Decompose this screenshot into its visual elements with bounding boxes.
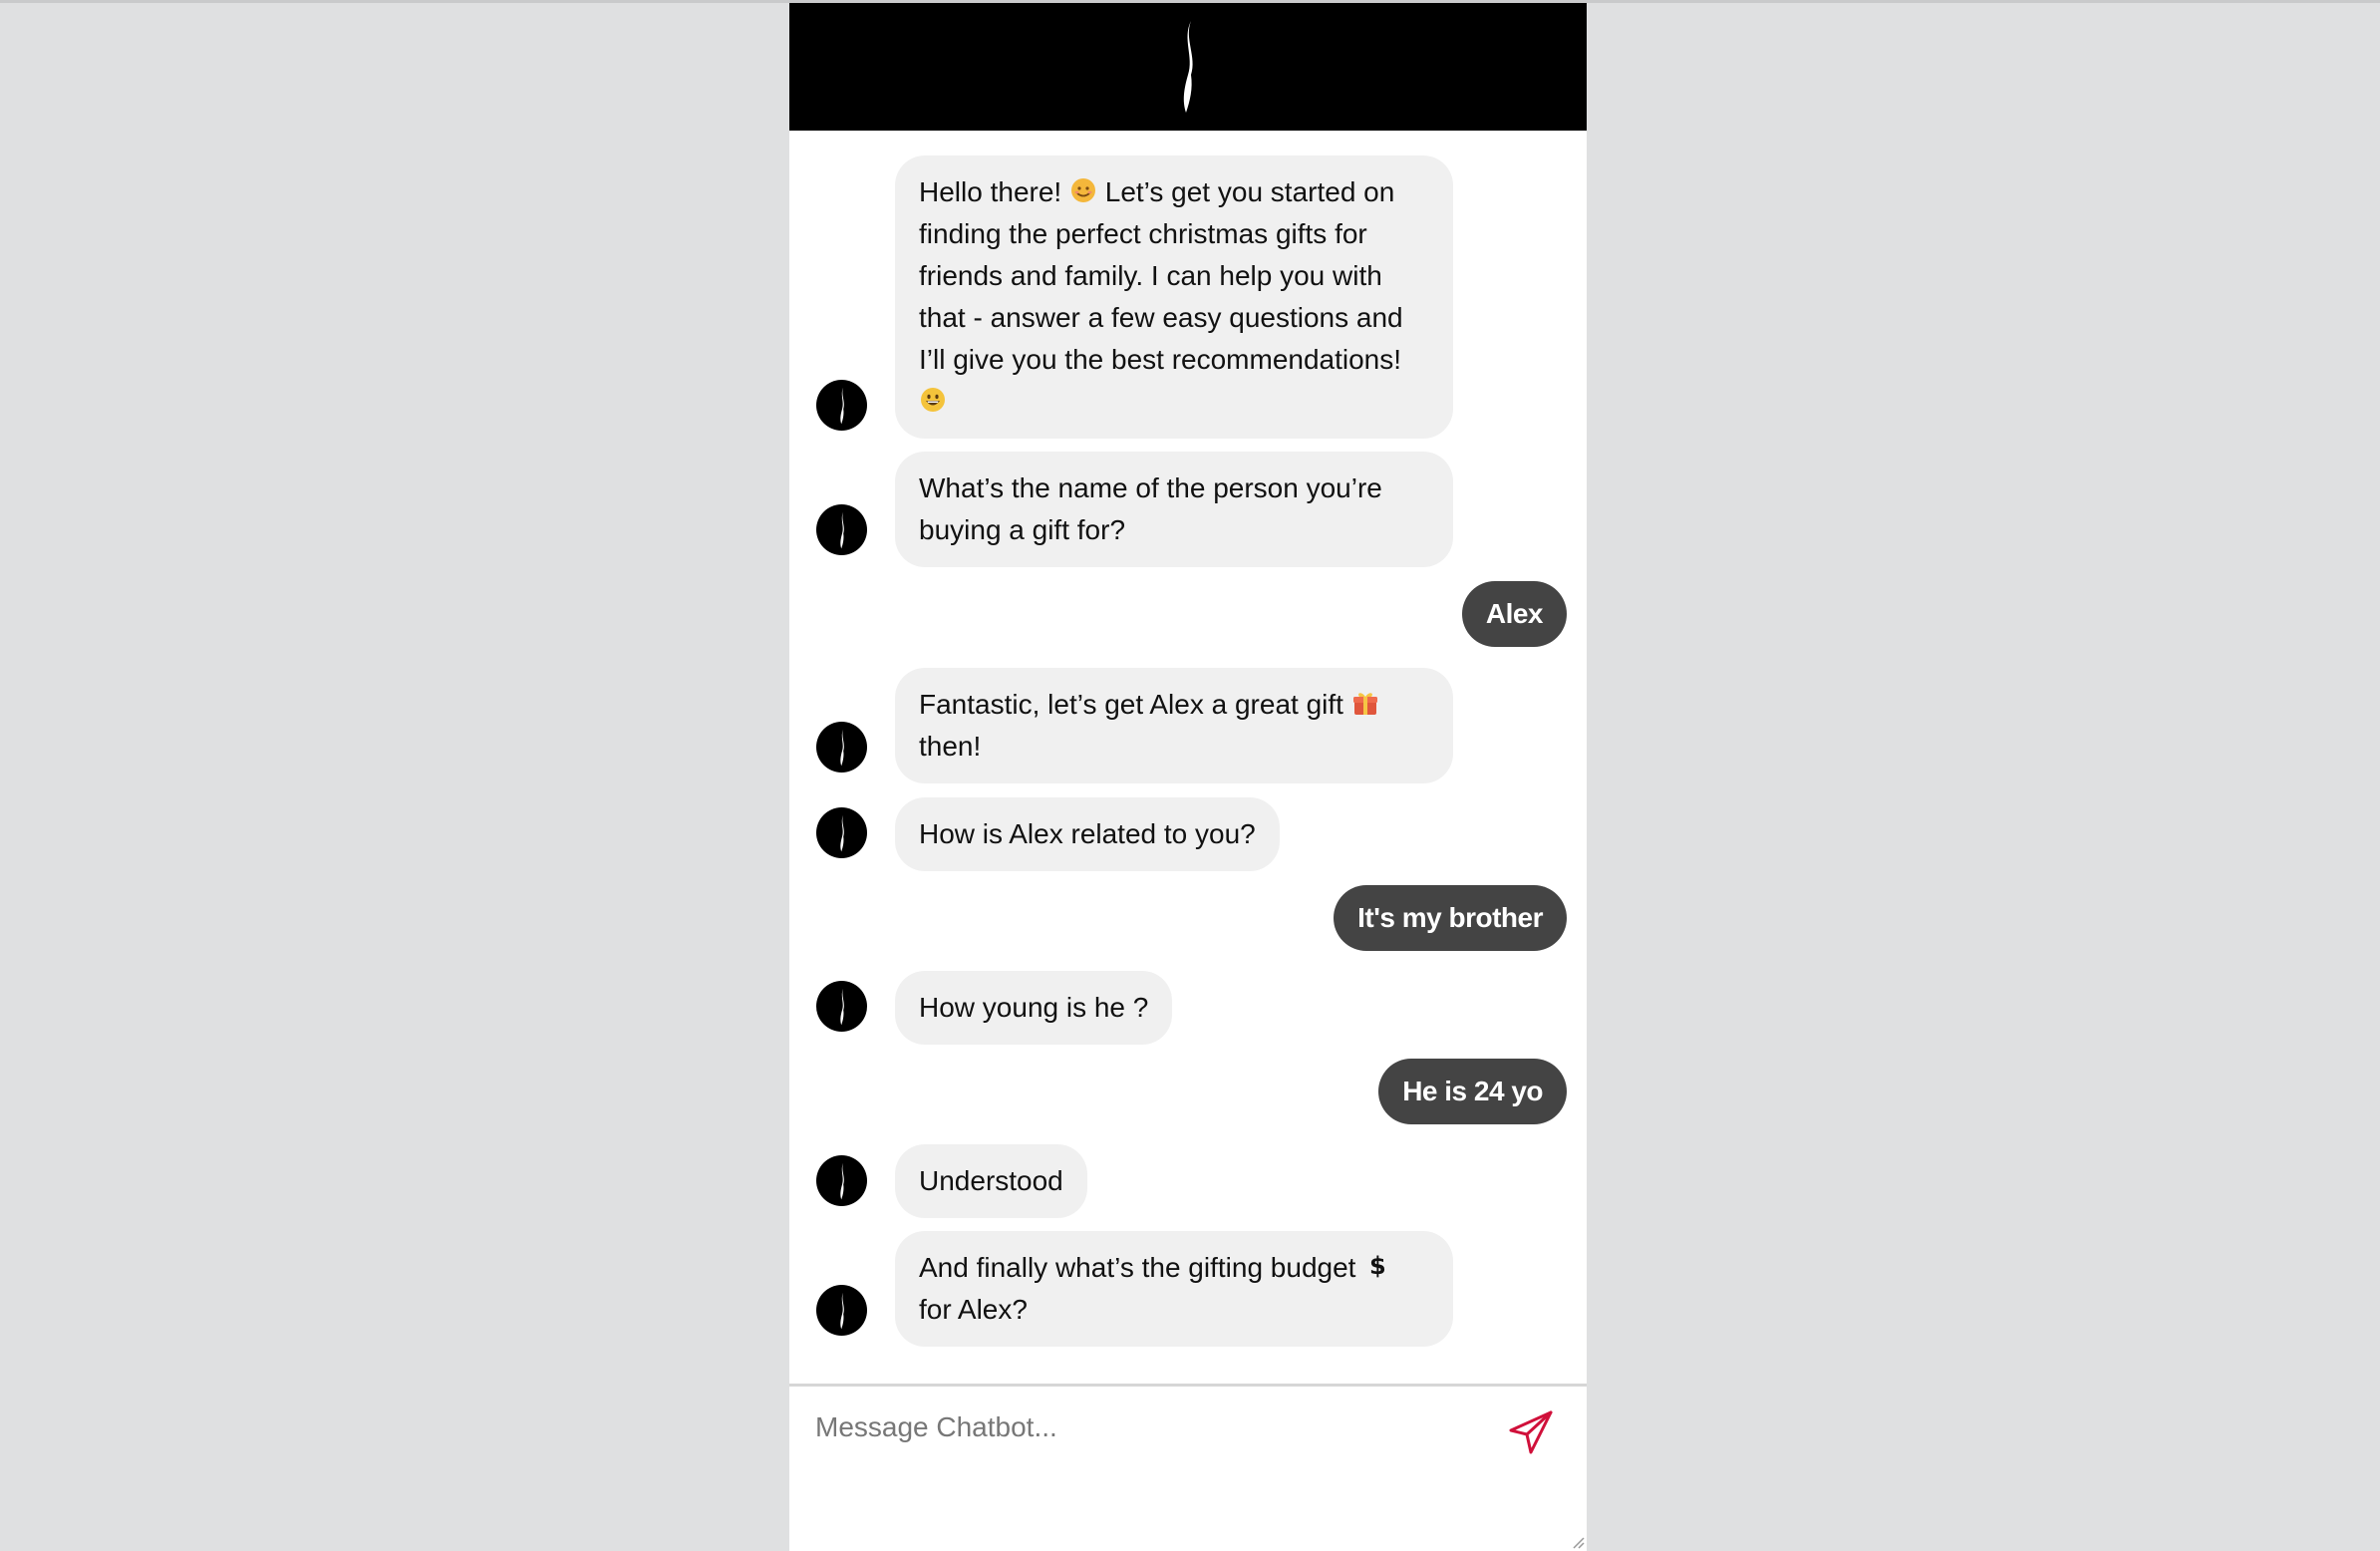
resize-handle-icon[interactable]: [1569, 1533, 1585, 1549]
send-button[interactable]: [1507, 1408, 1555, 1456]
message-text: then!: [919, 731, 982, 762]
dollar-sign-icon: $: [1369, 1252, 1386, 1280]
user-bubble: Alex: [1461, 581, 1567, 647]
message-text: Hello there!: [919, 176, 1069, 207]
bot-bubble: Hello there! Let’s get you started on fi…: [895, 155, 1453, 439]
bot-avatar: [816, 807, 867, 858]
grinning-face-icon: [921, 388, 945, 412]
smiling-face-icon: [1070, 178, 1095, 202]
paper-plane-icon: [1509, 1410, 1553, 1454]
chat-window: Hello there! Let’s get you started on fi…: [789, 3, 1587, 1551]
message-text: What’s the name of the person you’re buy…: [919, 472, 1382, 545]
svg-text:$: $: [1369, 1252, 1386, 1280]
bot-bubble: How young is he ?: [895, 971, 1173, 1045]
message-text: How young is he ?: [919, 992, 1149, 1023]
bot-bubble: And finally what’s the gifting budget $ …: [895, 1231, 1453, 1347]
user-bubble: He is 24 yo: [1378, 1059, 1567, 1124]
message-text: for Alex?: [919, 1294, 1028, 1325]
brand-s-logo-icon: [1176, 17, 1200, 117]
message-text: Fantastic, let’s get Alex a great gift: [919, 689, 1351, 720]
bot-avatar: [816, 504, 867, 555]
bot-bubble: Fantastic, let’s get Alex a great gift t…: [895, 668, 1453, 783]
user-bubble: It's my brother: [1334, 885, 1567, 951]
bot-avatar: [816, 1155, 867, 1206]
bot-avatar: [816, 981, 867, 1032]
bot-bubble: Understood: [895, 1144, 1087, 1218]
bot-bubble: What’s the name of the person you’re buy…: [895, 452, 1453, 567]
gift-icon: [1352, 693, 1377, 715]
bot-avatar: [816, 380, 867, 431]
message-text: He is 24 yo: [1402, 1076, 1543, 1106]
message-text: How is Alex related to you?: [919, 818, 1256, 849]
message-text: It's my brother: [1357, 902, 1543, 933]
chat-header: [789, 3, 1587, 131]
bot-avatar: [816, 1285, 867, 1336]
message-list[interactable]: Hello there! Let’s get you started on fi…: [789, 131, 1587, 1387]
message-text: Alex: [1485, 598, 1544, 629]
message-input[interactable]: [815, 1404, 1453, 1450]
message-text: And finally what’s the gifting budget: [919, 1252, 1364, 1283]
bot-avatar: [816, 722, 867, 773]
message-composer: [789, 1384, 1587, 1551]
message-text: Understood: [919, 1165, 1063, 1196]
bot-bubble: How is Alex related to you?: [895, 797, 1280, 871]
